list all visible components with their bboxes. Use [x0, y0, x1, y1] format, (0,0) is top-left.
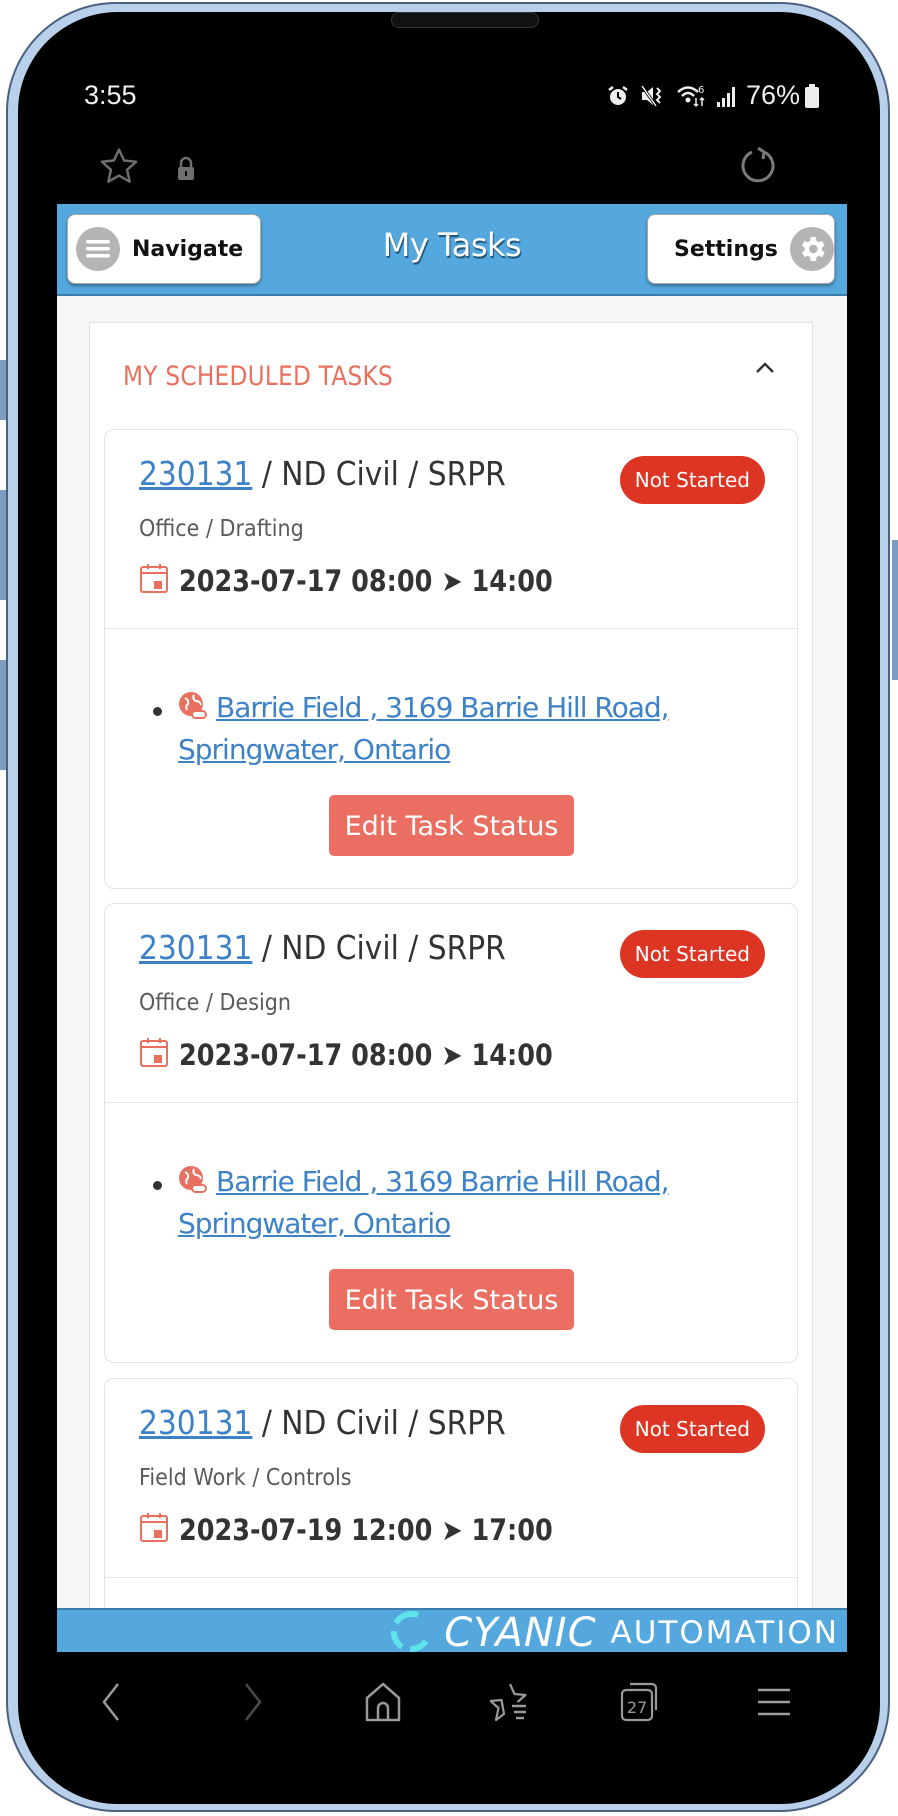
status-badge: Not Started	[619, 930, 765, 978]
task-schedule: 2023-07-19 12:00 ➤ 17:00	[139, 1511, 604, 1548]
brand-name: CYANIC	[444, 1610, 597, 1652]
schedule-text: 2023-07-19 12:00 ➤ 17:00	[179, 1512, 553, 1547]
task-schedule: 2023-07-17 08:00 ➤ 14:00	[139, 1036, 604, 1073]
edit-task-status-button[interactable]: Edit Task Status	[329, 1269, 574, 1330]
task-card-header: 230131 / ND Civil / SRPR Not Started Fie…	[105, 1379, 797, 1578]
lock-icon	[176, 156, 196, 187]
bookmarks-icon[interactable]	[489, 1680, 536, 1729]
globe-link-icon	[178, 691, 208, 726]
task-card-body: Barrie Field , 3169 Barrie Hill Road, Sp…	[105, 1103, 797, 1362]
job-number-link[interactable]: 230131	[139, 928, 252, 967]
schedule-text: 2023-07-17 08:00 ➤ 14:00	[179, 1037, 553, 1072]
task-title-rest: / ND Civil / SRPR	[252, 454, 506, 493]
star-icon[interactable]	[98, 146, 140, 193]
task-schedule: 2023-07-17 08:00 ➤ 14:00	[139, 562, 604, 599]
signal-icon	[716, 84, 736, 108]
phone-screen: 3:55 6 76% Navigate My Tasks Settings MY…	[18, 12, 880, 1804]
location-list-item: Barrie Field , 3169 Barrie Hill Road, Sp…	[153, 1161, 713, 1245]
gear-icon	[789, 227, 834, 271]
browser-bottom-nav: 27	[18, 1662, 880, 1742]
calendar-icon	[139, 562, 169, 599]
status-badge: Not Started	[619, 456, 765, 504]
bullet	[153, 1181, 162, 1190]
status-time: 3:55	[84, 80, 137, 110]
schedule-text: 2023-07-17 08:00 ➤ 14:00	[179, 563, 553, 598]
tabs-icon[interactable]: 27	[618, 1680, 664, 1729]
camera-notch	[391, 12, 539, 28]
location-link[interactable]: Barrie Field , 3169 Barrie Hill Road, Sp…	[178, 1165, 670, 1240]
menu-icon[interactable]	[754, 1680, 794, 1729]
status-bar: 3:55 6 76%	[18, 70, 880, 120]
app-header: Navigate My Tasks Settings	[57, 204, 847, 296]
forward-icon[interactable]	[238, 1680, 268, 1729]
edit-task-status-button[interactable]: Edit Task Status	[329, 795, 574, 856]
task-card: 230131 / ND Civil / SRPR Not Started Off…	[104, 903, 798, 1363]
task-card-header: 230131 / ND Civil / SRPR Not Started Off…	[105, 904, 797, 1103]
chevron-up-icon[interactable]	[754, 359, 776, 380]
task-title-rest: / ND Civil / SRPR	[252, 928, 506, 967]
status-badge: Not Started	[619, 1405, 765, 1453]
task-card-body: Barrie Field , 3169 Barrie Hill Road, Sp…	[105, 629, 797, 888]
settings-label: Settings	[674, 236, 778, 262]
calendar-icon	[139, 1511, 169, 1548]
job-number-link[interactable]: 230131	[139, 1403, 252, 1442]
globe-link-icon	[178, 1165, 208, 1200]
battery-level: 76%	[745, 80, 800, 110]
back-icon[interactable]	[96, 1680, 126, 1729]
side-button	[0, 360, 6, 420]
calendar-icon	[139, 1036, 169, 1073]
task-category: Office / Design	[139, 990, 292, 1016]
cyanic-logo-icon	[388, 1609, 434, 1653]
task-title-rest: / ND Civil / SRPR	[252, 1403, 506, 1442]
bullet	[153, 707, 162, 716]
side-button	[0, 490, 6, 600]
brand-footer: CYANIC AUTOMATION	[57, 1608, 847, 1652]
svg-text:27: 27	[627, 1698, 647, 1717]
alarm-icon	[606, 84, 630, 108]
svg-text:6: 6	[698, 85, 704, 96]
side-button	[0, 660, 6, 770]
reload-icon[interactable]	[736, 144, 780, 193]
side-button	[892, 540, 898, 680]
browser-top-bar	[18, 130, 880, 210]
location-link[interactable]: Barrie Field , 3169 Barrie Hill Road, Sp…	[178, 691, 670, 766]
panel-title: MY SCHEDULED TASKS	[123, 361, 394, 392]
task-card: 230131 / ND Civil / SRPR Not Started Off…	[104, 429, 798, 889]
web-viewport: Navigate My Tasks Settings MY SCHEDULED …	[57, 204, 847, 1652]
brand-subtitle: AUTOMATION	[610, 1615, 839, 1651]
wifi-icon: 6	[676, 83, 706, 109]
task-title: 230131 / ND Civil / SRPR	[139, 1403, 506, 1442]
task-category: Field Work / Controls	[139, 1465, 352, 1491]
location-list-item: Barrie Field , 3169 Barrie Hill Road, Sp…	[153, 687, 713, 771]
job-number-link[interactable]: 230131	[139, 454, 252, 493]
status-icons: 6 76%	[606, 80, 820, 111]
task-card-header: 230131 / ND Civil / SRPR Not Started Off…	[105, 430, 797, 629]
vibrate-mute-icon	[640, 84, 666, 108]
task-title: 230131 / ND Civil / SRPR	[139, 928, 506, 967]
home-icon[interactable]	[362, 1680, 404, 1729]
scheduled-tasks-panel: MY SCHEDULED TASKS 230131 / ND Civil / S…	[89, 322, 813, 1652]
battery-icon	[804, 83, 820, 109]
task-category: Office / Drafting	[139, 516, 304, 542]
settings-button[interactable]: Settings	[647, 214, 835, 284]
task-title: 230131 / ND Civil / SRPR	[139, 454, 506, 493]
